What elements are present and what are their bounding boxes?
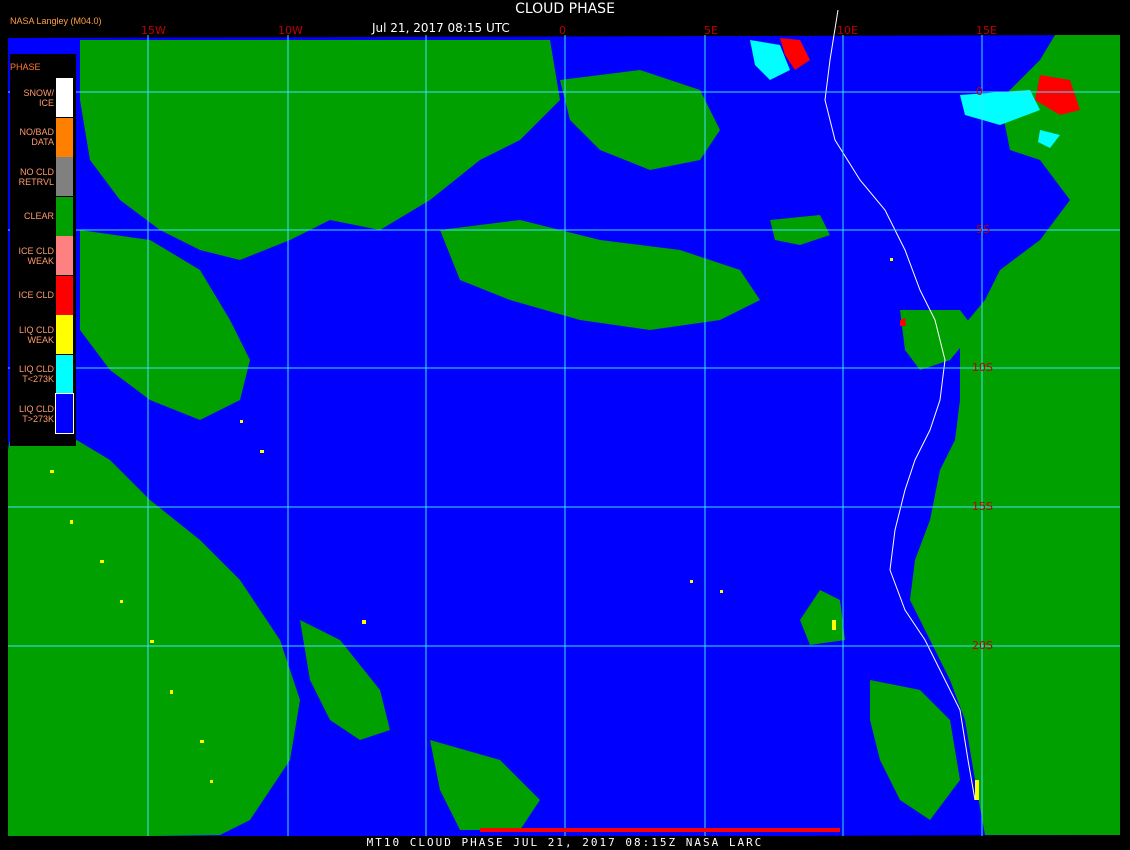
- lat-label-10s: 10S: [972, 361, 993, 374]
- legend-swatch: [55, 393, 74, 434]
- lon-label-10e: 10E: [837, 24, 858, 37]
- lat-label-5s: 5S: [976, 223, 990, 236]
- legend-swatch: [56, 315, 73, 354]
- legend-label: ICE CLD WEAK: [18, 245, 54, 266]
- legend-swatch: [56, 117, 73, 157]
- legend-swatch: [56, 354, 73, 394]
- legend-swatch: [56, 275, 73, 315]
- lat-label-20s: 20S: [972, 639, 993, 652]
- lon-label-10w: 10W: [278, 24, 303, 37]
- legend-label: LIQ CLD WEAK: [18, 324, 54, 345]
- legend-label: NO/BAD DATA: [19, 127, 54, 148]
- legend-swatch: [56, 196, 73, 236]
- legend-swatch: [56, 78, 73, 117]
- legend-label: SNOW/ ICE: [23, 87, 55, 108]
- legend-label: CLEAR: [23, 211, 54, 222]
- legend-title: PHASE: [10, 62, 41, 72]
- lat-label-0: 0: [976, 85, 983, 98]
- map-title: CLOUD PHASE: [515, 1, 615, 17]
- legend-label: LIQ CLD T<273K: [18, 364, 54, 385]
- lon-label-15w: 15W: [141, 24, 166, 37]
- cloud-phase-map: 15W 10W 0 5E 10E 15E 0 5S 10S 15S 20S: [0, 0, 1130, 850]
- lon-label-0: 0: [559, 24, 566, 37]
- legend-swatch: [56, 236, 73, 275]
- lon-label-5e: 5E: [704, 24, 718, 37]
- map-timestamp: Jul 21, 2017 08:15 UTC: [372, 21, 510, 35]
- footer-caption: MT10 CLOUD PHASE JUL 21, 2017 08:15Z NAS…: [366, 836, 764, 849]
- legend-label: ICE CLD: [18, 290, 54, 301]
- agency-label: NASA Langley (M04.0): [10, 16, 102, 26]
- legend-label: LIQ CLD T>273K: [18, 403, 54, 424]
- legend-label: NO CLD RETRVL: [18, 166, 54, 187]
- legend-swatch: [56, 157, 73, 196]
- lat-label-15s: 15S: [972, 500, 993, 513]
- lon-label-15e: 15E: [976, 24, 997, 37]
